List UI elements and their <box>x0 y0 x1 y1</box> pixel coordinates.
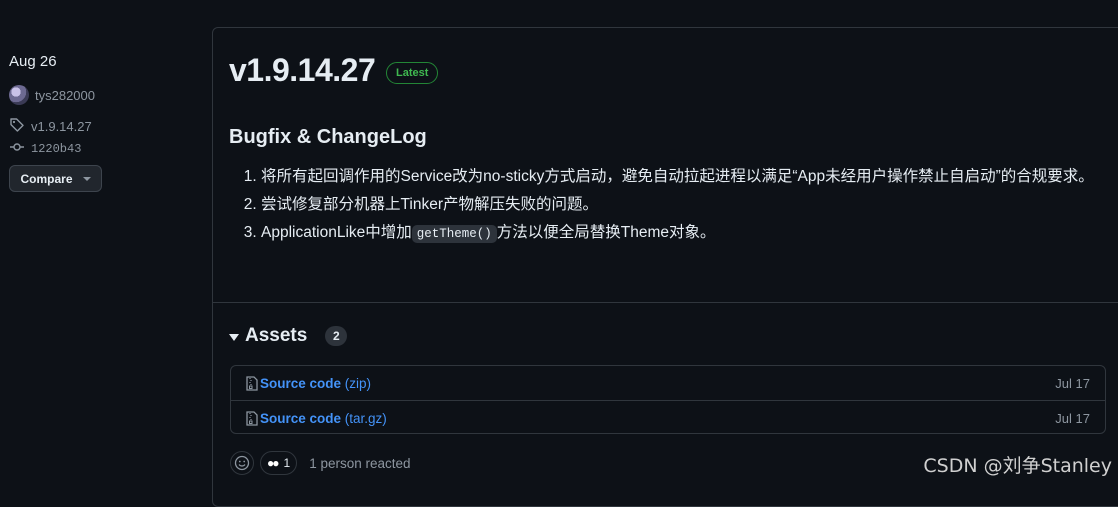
asset-row[interactable]: Source code (tar.gz) Jul 17 <box>231 400 1105 435</box>
note-text: ApplicationLike中增加 <box>261 224 412 241</box>
file-zip-icon <box>246 375 258 391</box>
asset-name[interactable]: Source code <box>260 376 341 391</box>
commit-row[interactable]: 1220b43 <box>9 139 81 158</box>
asset-date: Jul 17 <box>1055 375 1090 391</box>
avatar[interactable] <box>9 85 29 105</box>
asset-link-zip[interactable]: Source code (zip) <box>260 376 371 391</box>
compare-label: Compare <box>20 171 73 186</box>
triangle-down-icon <box>229 333 239 341</box>
file-zip-icon <box>246 410 258 426</box>
chevron-down-icon <box>82 176 91 181</box>
reactions-summary: 1 person reacted <box>309 455 411 471</box>
release-sidebar: Aug 26 tys282000 v1.9.14.27 1220b43 Comp… <box>0 0 205 488</box>
inline-code: getTheme() <box>411 225 497 243</box>
release-title[interactable]: v1.9.14.27 <box>229 52 376 89</box>
asset-ext[interactable]: (zip) <box>345 376 371 391</box>
tag-icon <box>9 117 25 136</box>
release-notes-list: 将所有起回调作用的Service改为no-sticky方式启动，避免自动拉起进程… <box>229 165 1118 251</box>
eyes-reaction-button[interactable]: ●● 1 <box>260 451 298 475</box>
release-note-item: ApplicationLike中增加getTheme()方法以便全局替换Them… <box>261 221 1118 246</box>
release-card: v1.9.14.27 Latest Bugfix & ChangeLog 将所有… <box>212 27 1118 507</box>
release-note-item: 尝试修复部分机器上Tinker产物解压失败的问题。 <box>261 193 1118 216</box>
assets-toggle[interactable]: Assets 2 <box>229 325 348 347</box>
asset-date: Jul 17 <box>1055 410 1090 426</box>
author-row[interactable]: tys282000 <box>9 85 95 105</box>
asset-link-targz[interactable]: Source code (tar.gz) <box>260 411 387 426</box>
reactions-bar: ●● 1 1 person reacted <box>230 451 411 475</box>
author-name[interactable]: tys282000 <box>35 88 95 103</box>
release-note-item: 将所有起回调作用的Service改为no-sticky方式启动，避免自动拉起进程… <box>261 165 1118 188</box>
watermark: CSDN @刘争Stanley <box>923 455 1112 477</box>
eyes-icon: ●● <box>267 456 279 470</box>
release-date: Aug 26 <box>9 53 57 70</box>
latest-badge: Latest <box>386 62 439 84</box>
commit-icon <box>9 139 25 158</box>
add-reaction-button[interactable] <box>230 451 254 475</box>
smiley-icon <box>234 455 250 471</box>
release-notes-heading: Bugfix & ChangeLog <box>229 126 427 148</box>
tag-row[interactable]: v1.9.14.27 <box>9 117 92 136</box>
reaction-count: 1 <box>283 456 291 470</box>
compare-button[interactable]: Compare <box>9 165 102 192</box>
assets-title: Assets <box>245 325 308 346</box>
note-text: 方法以便全局替换Theme对象。 <box>496 224 716 241</box>
asset-name[interactable]: Source code <box>260 411 341 426</box>
asset-ext[interactable]: (tar.gz) <box>345 411 387 426</box>
tag-name[interactable]: v1.9.14.27 <box>31 119 92 134</box>
assets-count-badge: 2 <box>325 326 348 346</box>
divider <box>213 302 1118 303</box>
assets-list: Source code (zip) Jul 17 Source code (ta… <box>230 365 1106 434</box>
asset-row[interactable]: Source code (zip) Jul 17 <box>231 366 1105 400</box>
commit-sha[interactable]: 1220b43 <box>31 142 81 156</box>
